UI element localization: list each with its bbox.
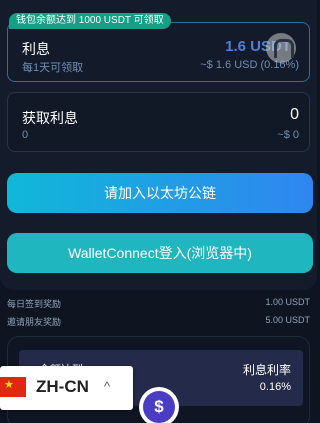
chevron-up-icon: ^ <box>104 379 111 394</box>
claim-title: 获取利息 <box>22 110 78 126</box>
interest-card: 利息 每1天可领取 1.6 USDT ~$ 1.6 USD (0.16%) <box>7 22 310 82</box>
lock-icon <box>266 33 296 63</box>
reward-label: 邀请朋友奖励 <box>7 317 62 327</box>
dollar-icon: $ <box>143 391 175 423</box>
interest-subtitle: 每1天可领取 <box>22 62 84 74</box>
invite-friend-reward-row: 邀请朋友奖励 5.00 USDT <box>7 315 310 328</box>
reward-label: 每日签到奖励 <box>7 299 62 309</box>
join-ethereum-button[interactable]: 请加入以太坊公链 <box>7 173 313 213</box>
interest-title: 利息 <box>22 41 50 57</box>
claim-interest-card[interactable]: 获取利息 0 0 ~$ 0 <box>7 92 310 152</box>
reward-value: 1.00 USDT <box>265 297 310 307</box>
claim-usd-value: ~$ 0 <box>277 129 299 141</box>
language-label: ZH-CN <box>36 377 89 396</box>
china-flag-icon <box>0 377 26 397</box>
daily-checkin-reward-row: 每日签到奖励 1.00 USDT <box>7 297 310 310</box>
claim-amount: 0 <box>290 106 299 123</box>
language-selector[interactable]: ZH-CN ^ <box>0 366 133 410</box>
rate-value: 0.16% <box>259 381 291 393</box>
main-panel: 利息 每1天可领取 1.6 USDT ~$ 1.6 USD (0.16%) 钱包… <box>0 0 317 290</box>
dollar-action-button[interactable]: $ <box>139 387 179 423</box>
claim-subtitle: 0 <box>22 129 29 141</box>
balance-requirement-badge: 钱包余额达到 1000 USDT 可领取 <box>9 13 171 29</box>
rate-column-header: 利息利率 <box>242 363 291 377</box>
walletconnect-login-button[interactable]: WalletConnect登入(浏览器中) <box>7 233 313 273</box>
reward-value: 5.00 USDT <box>265 315 310 325</box>
